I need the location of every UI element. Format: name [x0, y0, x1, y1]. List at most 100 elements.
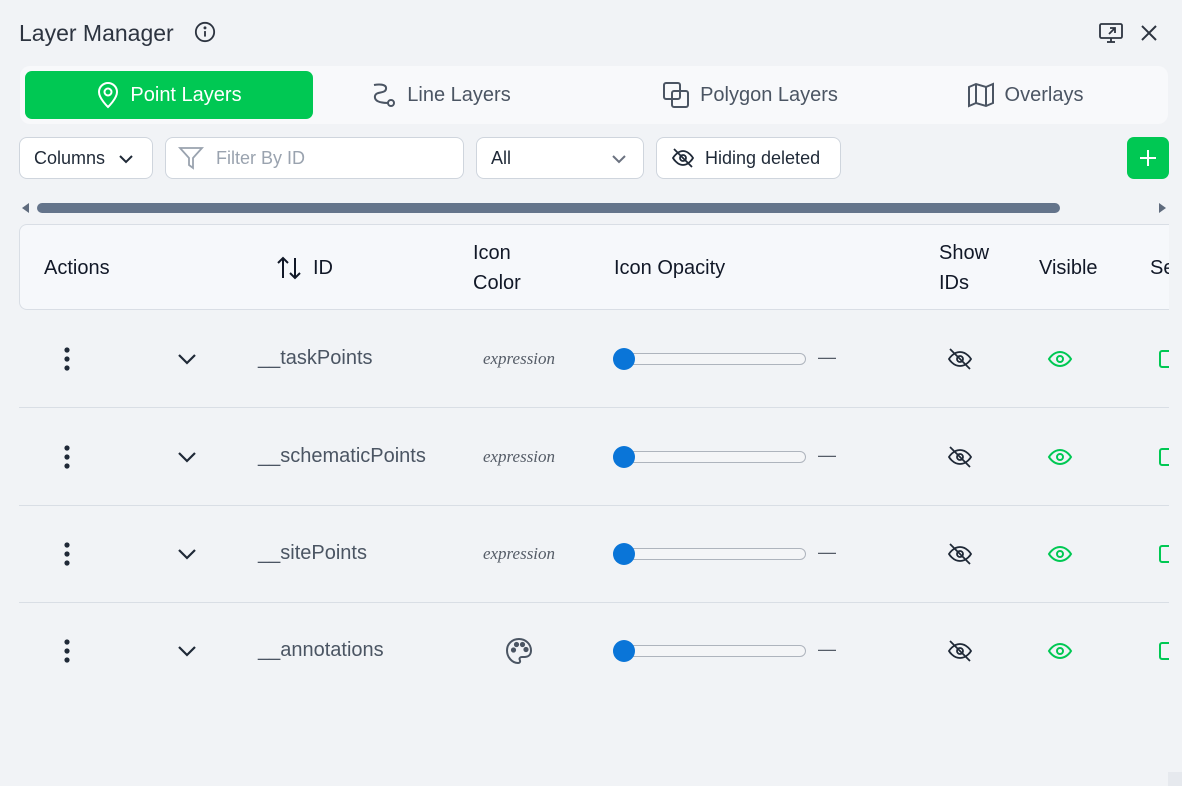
- columns-button[interactable]: Columns: [19, 137, 153, 179]
- plus-icon: [1140, 150, 1156, 166]
- eye-icon: [1047, 545, 1073, 562]
- tab-polygon-layers[interactable]: Polygon Layers: [640, 71, 860, 119]
- row-expand-button[interactable]: [174, 408, 200, 505]
- row-icon-color[interactable]: expression: [459, 310, 579, 407]
- opacity-slider[interactable]: —: [613, 408, 853, 505]
- header-show-ids-line2: IDs: [939, 272, 969, 294]
- opacity-value: —: [818, 445, 836, 465]
- horizontal-scrollbar[interactable]: [20, 199, 1168, 217]
- row-actions-menu[interactable]: [54, 505, 80, 602]
- slider-handle[interactable]: [613, 543, 635, 565]
- polygon-icon: [663, 82, 690, 108]
- filter-input[interactable]: [214, 146, 454, 170]
- slider-handle[interactable]: [613, 446, 635, 468]
- row-actions-menu[interactable]: [54, 602, 80, 699]
- close-icon[interactable]: [1136, 20, 1162, 46]
- scroll-thumb[interactable]: [37, 203, 1060, 213]
- header-id[interactable]: ID: [275, 225, 333, 311]
- tab-point-layers[interactable]: Point Layers: [25, 71, 313, 119]
- header-icon-opacity: Icon Opacity: [614, 257, 726, 279]
- tab-label: Overlays: [1004, 83, 1084, 106]
- tab-line-layers[interactable]: Line Layers: [350, 71, 530, 119]
- header-show-ids-line1: Show: [939, 242, 990, 264]
- layer-tabs: Point Layers Line Layers Polygon Layers …: [20, 66, 1168, 124]
- more-vertical-icon: [64, 638, 70, 663]
- row-id: __annotations: [258, 639, 384, 661]
- more-vertical-icon: [64, 346, 70, 371]
- chevron-down-icon: [178, 451, 196, 463]
- table-row: __sitePoints expression —: [19, 505, 1169, 603]
- slider-track[interactable]: [613, 451, 806, 463]
- eye-icon: [1047, 448, 1073, 465]
- visible-toggle[interactable]: [1045, 408, 1075, 505]
- info-icon[interactable]: [194, 21, 216, 43]
- checkbox-box[interactable]: [1159, 447, 1169, 466]
- show-ids-toggle[interactable]: [945, 408, 975, 505]
- more-vertical-icon: [64, 541, 70, 566]
- popout-icon[interactable]: [1098, 20, 1124, 46]
- row-select-checkbox[interactable]: [1159, 602, 1169, 699]
- filter-icon: [178, 147, 204, 170]
- slider-track[interactable]: [613, 548, 806, 560]
- chevron-down-icon: [119, 155, 133, 164]
- row-expand-button[interactable]: [174, 602, 200, 699]
- eye-icon: [1047, 642, 1073, 659]
- header-icon-color-line2: Color: [473, 272, 521, 294]
- resize-corner[interactable]: [1168, 772, 1182, 786]
- visible-toggle[interactable]: [1045, 310, 1075, 407]
- row-actions-menu[interactable]: [54, 310, 80, 407]
- tab-label: Polygon Layers: [700, 83, 838, 106]
- opacity-value: —: [818, 639, 836, 659]
- slider-track[interactable]: [613, 645, 806, 657]
- checkbox-box[interactable]: [1159, 349, 1169, 368]
- checkbox-box[interactable]: [1159, 544, 1169, 563]
- eye-off-icon: [947, 347, 973, 370]
- row-select-checkbox[interactable]: [1159, 505, 1169, 602]
- row-select-checkbox[interactable]: [1159, 408, 1169, 505]
- row-expand-button[interactable]: [174, 505, 200, 602]
- chevron-down-icon: [178, 548, 196, 560]
- slider-track[interactable]: [613, 353, 806, 365]
- visible-toggle[interactable]: [1045, 602, 1075, 699]
- filter-field[interactable]: [165, 137, 464, 179]
- tab-overlays[interactable]: Overlays: [950, 71, 1100, 119]
- show-ids-toggle[interactable]: [945, 310, 975, 407]
- opacity-slider[interactable]: —: [613, 602, 853, 699]
- row-icon-color[interactable]: expression: [459, 505, 579, 602]
- eye-off-icon: [947, 542, 973, 565]
- row-id: __sitePoints: [258, 542, 367, 564]
- slider-handle[interactable]: [613, 640, 635, 662]
- visible-toggle[interactable]: [1045, 505, 1075, 602]
- header-next-column: Se: [1150, 257, 1169, 279]
- row-icon-color[interactable]: [459, 602, 579, 699]
- row-actions-menu[interactable]: [54, 408, 80, 505]
- table-row: __taskPoints expression —: [19, 310, 1169, 408]
- row-icon-color[interactable]: expression: [459, 408, 579, 505]
- palette-icon: [505, 637, 533, 664]
- hiding-label: Hiding deleted: [705, 147, 821, 168]
- chevron-down-icon: [612, 155, 626, 164]
- scroll-right-arrow[interactable]: [1159, 203, 1166, 213]
- deleted-filter-select[interactable]: All: [476, 137, 644, 179]
- checkbox-box[interactable]: [1159, 641, 1169, 660]
- select-value: All: [491, 147, 512, 168]
- route-icon: [374, 83, 396, 107]
- add-layer-button[interactable]: [1127, 137, 1169, 179]
- opacity-slider[interactable]: —: [613, 310, 853, 407]
- tab-label: Point Layers: [130, 83, 242, 106]
- opacity-slider[interactable]: —: [613, 505, 853, 602]
- show-ids-toggle[interactable]: [945, 602, 975, 699]
- map-pin-icon: [98, 82, 119, 109]
- chevron-down-icon: [178, 645, 196, 657]
- table-row: __schematicPoints expression —: [19, 408, 1169, 506]
- row-select-checkbox[interactable]: [1159, 310, 1169, 407]
- eye-icon: [1047, 350, 1073, 367]
- row-expand-button[interactable]: [174, 310, 200, 407]
- slider-handle[interactable]: [613, 348, 635, 370]
- hiding-deleted-button[interactable]: Hiding deleted: [656, 137, 841, 179]
- chevron-down-icon: [178, 353, 196, 365]
- title-bar: Layer Manager: [19, 16, 1168, 52]
- scroll-left-arrow[interactable]: [22, 203, 29, 213]
- tab-label: Line Layers: [407, 83, 511, 106]
- show-ids-toggle[interactable]: [945, 505, 975, 602]
